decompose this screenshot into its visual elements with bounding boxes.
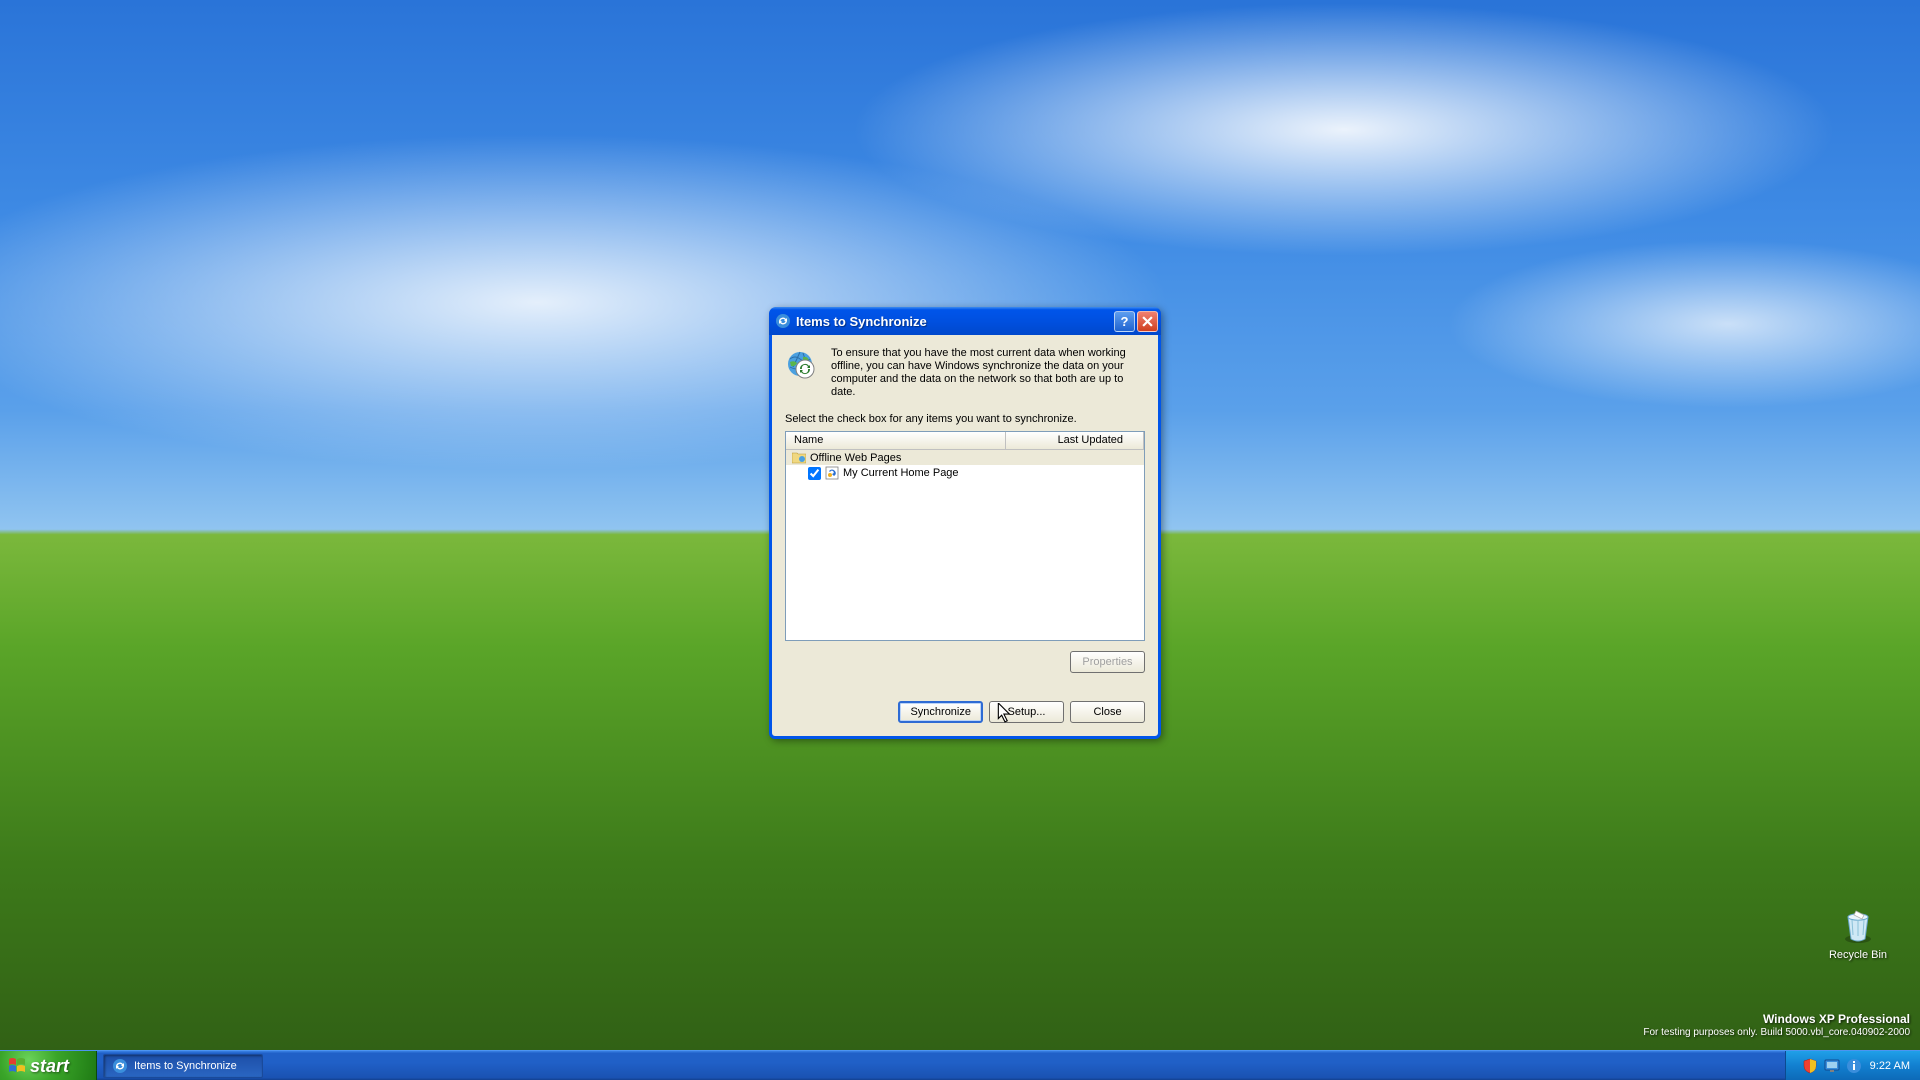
- folder-web-icon: [792, 451, 806, 464]
- windows-logo-icon: [8, 1057, 26, 1075]
- tray-info-icon[interactable]: [1846, 1058, 1862, 1074]
- listview-group-offline-web-pages[interactable]: Offline Web Pages: [786, 450, 1144, 465]
- help-button[interactable]: ?: [1114, 311, 1135, 332]
- column-header-last-updated[interactable]: Last Updated: [1006, 432, 1144, 449]
- sync-icon: [112, 1058, 128, 1074]
- group-label: Offline Web Pages: [810, 452, 901, 464]
- taskbar-task-buttons: Items to Synchronize: [97, 1051, 1785, 1080]
- ie-page-icon: [825, 466, 839, 480]
- system-tray[interactable]: 9:22 AM: [1785, 1051, 1920, 1080]
- close-button[interactable]: Close: [1070, 701, 1145, 723]
- build-info: Windows XP Professional For testing purp…: [1643, 1012, 1910, 1040]
- listview-header[interactable]: Name Last Updated: [786, 432, 1144, 450]
- desktop-icon-recycle-bin[interactable]: Recycle Bin: [1820, 905, 1896, 961]
- start-label: start: [30, 1056, 69, 1077]
- dialog-body: To ensure that you have the most current…: [772, 335, 1158, 736]
- taskbar-button-label: Items to Synchronize: [134, 1060, 237, 1072]
- select-instruction-label: Select the check box for any items you w…: [785, 413, 1145, 425]
- dialog-intro-text: To ensure that you have the most current…: [831, 347, 1145, 399]
- setup-button[interactable]: Setup...: [989, 701, 1064, 723]
- tray-shield-icon[interactable]: [1802, 1058, 1818, 1074]
- dialog-items-to-synchronize: Items to Synchronize ?: [769, 307, 1161, 739]
- close-icon[interactable]: [1137, 311, 1158, 332]
- item-label: My Current Home Page: [843, 467, 959, 479]
- dialog-titlebar[interactable]: Items to Synchronize ?: [769, 307, 1161, 335]
- listview-item-my-current-home-page[interactable]: My Current Home Page: [786, 465, 1144, 481]
- tray-display-icon[interactable]: [1824, 1058, 1840, 1074]
- build-edition-label: Windows XP Professional: [1643, 1012, 1910, 1026]
- properties-button: Properties: [1070, 651, 1145, 673]
- taskbar-button-items-to-synchronize[interactable]: Items to Synchronize: [103, 1054, 263, 1078]
- dialog-title: Items to Synchronize: [796, 314, 1109, 329]
- taskbar: start Items to Synchronize 9:22 AM: [0, 1050, 1920, 1080]
- desktop[interactable]: Recycle Bin Windows XP Professional For …: [0, 0, 1920, 1080]
- sync-icon: [775, 313, 791, 329]
- build-number-label: For testing purposes only. Build 5000.vb…: [1643, 1026, 1910, 1040]
- recycle-bin-label: Recycle Bin: [1820, 949, 1896, 961]
- column-header-name[interactable]: Name: [786, 432, 1006, 449]
- taskbar-clock[interactable]: 9:22 AM: [1870, 1060, 1910, 1072]
- recycle-bin-icon: [1838, 905, 1878, 945]
- synchronize-button[interactable]: Synchronize: [898, 701, 983, 723]
- sync-items-listview[interactable]: Name Last Updated Offline Web Pages: [785, 431, 1145, 641]
- globe-sync-icon: [785, 349, 821, 385]
- item-checkbox[interactable]: [808, 467, 821, 480]
- start-button[interactable]: start: [0, 1051, 97, 1080]
